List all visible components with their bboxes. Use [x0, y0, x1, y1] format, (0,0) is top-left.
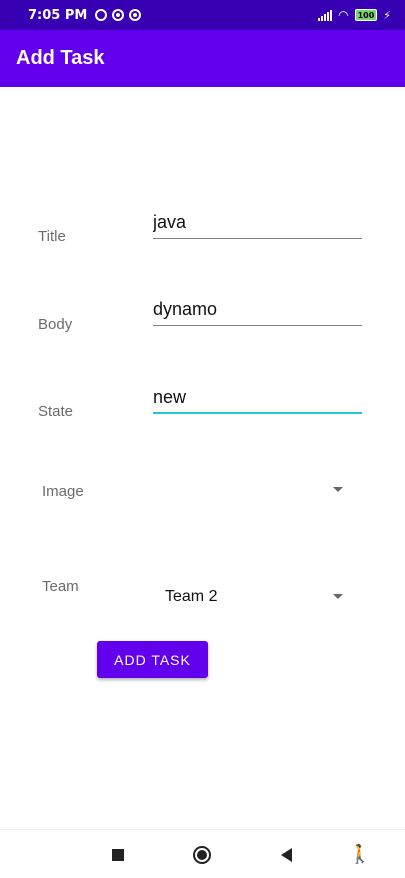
notification-icon: [129, 9, 142, 21]
system-nav-bar: 🚶: [0, 829, 405, 878]
recents-button[interactable]: [103, 830, 133, 878]
status-time: 7:05 PM: [28, 7, 88, 23]
alarm-icon: [95, 9, 108, 21]
team-label: Team: [42, 578, 79, 595]
title-input[interactable]: [153, 207, 362, 238]
accessibility-icon: 🚶: [348, 844, 372, 865]
page-title: Add Task: [16, 47, 105, 69]
title-field-container: [153, 207, 362, 239]
dropdown-arrow-icon: [333, 487, 343, 492]
dropdown-arrow-icon: [333, 594, 343, 599]
wifi-icon: ◠: [338, 8, 349, 22]
recents-icon: [112, 848, 124, 861]
state-input[interactable]: [153, 382, 362, 412]
add-task-button[interactable]: ADD TASK: [97, 641, 208, 678]
status-icons-right: ◠ 100 ⚡: [318, 8, 391, 22]
image-label: Image: [42, 483, 84, 500]
accessibility-button[interactable]: 🚶: [345, 830, 375, 878]
home-button[interactable]: [187, 830, 217, 878]
signal-icon: [318, 9, 333, 21]
charging-icon: ⚡: [383, 8, 391, 22]
image-spinner[interactable]: [153, 475, 353, 505]
team-spinner-value: Team 2: [165, 588, 218, 605]
state-label: State: [38, 403, 74, 420]
status-bar: 7:05 PM ◠ 100 ⚡: [0, 0, 405, 30]
title-label: Title: [38, 228, 66, 245]
home-icon: [193, 845, 211, 864]
app-bar: Add Task: [0, 30, 405, 87]
body-field-container: [153, 294, 362, 326]
body-input[interactable]: [153, 294, 362, 325]
sync-icon: [112, 9, 125, 21]
team-spinner[interactable]: Team 2: [153, 582, 353, 612]
battery-icon: 100: [354, 9, 378, 21]
state-field-container: [153, 382, 362, 414]
body-label: Body: [38, 316, 73, 333]
back-icon: [280, 847, 292, 862]
status-icons-left: [95, 9, 142, 21]
back-button[interactable]: [271, 830, 301, 878]
